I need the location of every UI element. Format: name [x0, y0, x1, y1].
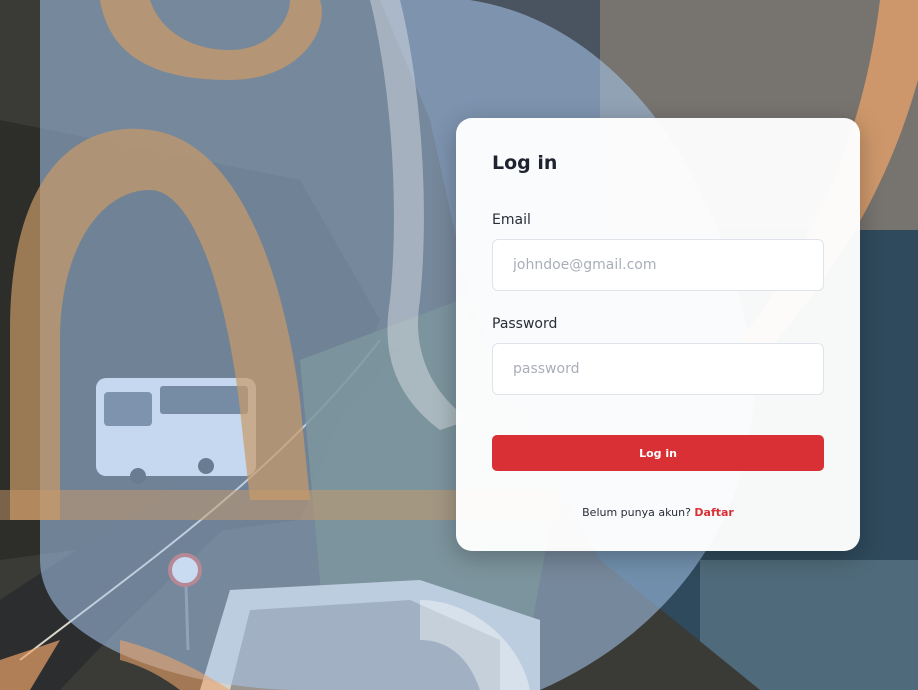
password-input[interactable] [492, 343, 824, 395]
signup-row: Belum punya akun? Daftar [456, 506, 860, 519]
email-label: Email [492, 212, 531, 228]
email-input[interactable] [492, 239, 824, 291]
login-button[interactable]: Log in [492, 435, 824, 471]
password-label: Password [492, 316, 558, 332]
login-card: Log in Email Password Log in Belum punya… [456, 118, 860, 551]
signup-prompt: Belum punya akun? [582, 506, 691, 519]
signup-link[interactable]: Daftar [694, 506, 733, 519]
login-title: Log in [492, 152, 558, 174]
